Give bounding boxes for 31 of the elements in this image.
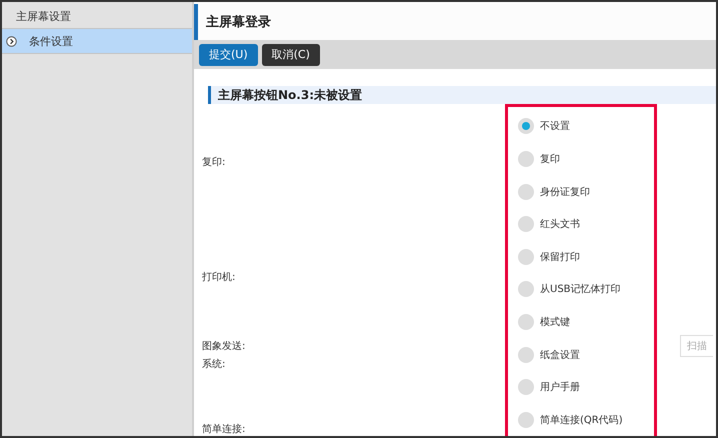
page-title: 主屏幕登录 (206, 14, 271, 32)
radio-button[interactable] (518, 314, 534, 330)
category-label: 系统: (201, 358, 226, 372)
heading-text: 主屏幕按钮No.3:未被设置 (218, 86, 362, 104)
sidebar-item[interactable]: 条件设置 (2, 29, 192, 54)
category-label: 复印: (201, 156, 226, 169)
option-label: 红头文书 (540, 218, 580, 232)
chevron-icon (6, 36, 17, 46)
category-label: 图象发送: (201, 340, 246, 354)
radio-button[interactable] (518, 150, 534, 167)
option-label: 纸盒设置 (540, 348, 580, 362)
submit-button[interactable]: 提交(U) (199, 44, 258, 66)
option-label: 身份证复印 (540, 186, 590, 199)
radio-button[interactable] (518, 118, 534, 134)
radio-button[interactable] (518, 346, 534, 363)
radio-button[interactable] (518, 281, 534, 298)
option-label: 复印 (540, 152, 560, 166)
option-label: 从USB记忆体打印 (540, 282, 621, 296)
option-label: 模式键 (540, 316, 570, 329)
radio-button[interactable] (518, 412, 534, 428)
option-label: 不设置 (540, 120, 570, 134)
radio-button[interactable] (518, 184, 534, 200)
radio-button[interactable] (518, 216, 534, 232)
category-label: 简单连接: (201, 422, 246, 436)
cancel-button[interactable]: 取消(C) (262, 44, 320, 66)
radio-button[interactable] (518, 248, 534, 265)
radio-button[interactable] (518, 379, 534, 396)
option-label: 保留打印 (540, 250, 580, 264)
category-label: 打印机: (201, 270, 236, 284)
option-label: 用户手册 (540, 380, 580, 394)
option-label: 简单连接(QR代码) (540, 414, 623, 427)
